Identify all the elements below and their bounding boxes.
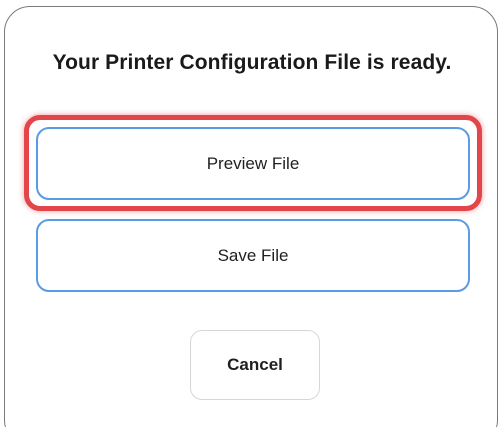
save-file-button[interactable]: Save File: [36, 219, 470, 292]
screen: Your Printer Configuration File is ready…: [0, 0, 502, 427]
dialog-title: Your Printer Configuration File is ready…: [52, 51, 452, 74]
preview-file-button[interactable]: Preview File: [36, 127, 470, 200]
cancel-button[interactable]: Cancel: [190, 330, 320, 400]
